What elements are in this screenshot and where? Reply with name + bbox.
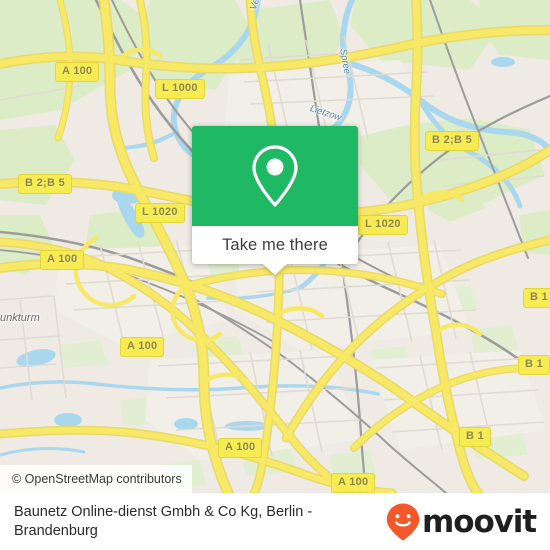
footer-bar: Baunetz Online-dienst Gmbh & Co Kg, Berl… xyxy=(0,493,550,550)
take-me-there-label: Take me there xyxy=(222,235,328,254)
road-shield: A 100 xyxy=(331,473,376,493)
moovit-brand[interactable]: moovit xyxy=(385,502,550,542)
road-shield: L 1020 xyxy=(135,203,185,223)
road-shield: A 100 xyxy=(218,438,263,458)
road-shield: A 100 xyxy=(40,250,85,270)
callout-pin-area xyxy=(192,126,358,226)
map-pin-icon xyxy=(252,145,298,207)
road-shield: B 1 xyxy=(518,355,550,375)
road-shield: B 2;B 5 xyxy=(18,174,72,194)
road-shield: A 100 xyxy=(120,337,165,357)
attribution-text: © OpenStreetMap contributors xyxy=(12,472,182,486)
map-text-label: unkturm xyxy=(0,312,40,324)
road-shield: B 2;B 5 xyxy=(425,131,479,151)
map-attribution[interactable]: © OpenStreetMap contributors xyxy=(0,465,192,493)
place-title: Baunetz Online-dienst Gmbh & Co Kg, Berl… xyxy=(14,503,313,539)
road-shield: L 1020 xyxy=(358,215,408,235)
take-me-there-callout[interactable]: Take me there xyxy=(192,126,358,275)
callout-pointer xyxy=(263,264,287,275)
moovit-smiley-pin-icon xyxy=(386,503,420,540)
road-shield: A 100 xyxy=(55,62,100,82)
moovit-map-screenshot: A 100 L 1000 B 2;B 5 B 2;B 5 L 1020 L 1020 A 1… xyxy=(0,0,550,550)
callout-action-area[interactable]: Take me there xyxy=(192,226,358,275)
road-shield: B 1 xyxy=(459,427,492,447)
road-shield: B 1 xyxy=(523,288,550,308)
moovit-wordmark: moovit xyxy=(422,503,537,540)
road-shield: L 1000 xyxy=(155,79,205,99)
